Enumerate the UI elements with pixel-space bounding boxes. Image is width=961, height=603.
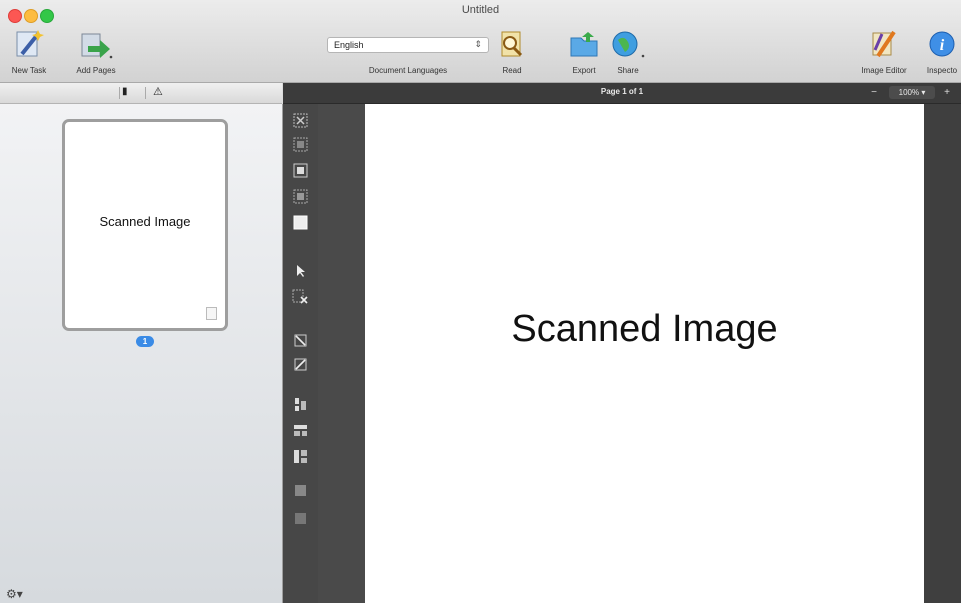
split-vertical-icon[interactable] [292,448,309,465]
thumbnail-text: Scanned Image [99,214,191,229]
add-pages-button[interactable]: Add Pages [76,28,116,75]
select-arrows-icon: ⇕ [474,39,482,49]
split-horizontal-icon[interactable] [292,422,309,439]
text-area-icon[interactable] [292,136,309,153]
recognition-area-icon[interactable] [292,112,309,129]
pages-view-icon[interactable]: ▮ [122,86,128,97]
select-pointer-icon[interactable] [292,262,309,279]
page-number-badge: 1 [136,336,154,347]
zoom-out-button[interactable]: − [865,86,883,99]
new-task-label: New Task [11,66,47,75]
export-button[interactable]: Export [568,28,600,75]
zoom-in-button[interactable]: + [939,86,955,99]
divider [145,87,146,99]
scanner-add-icon [81,33,113,59]
gear-icon[interactable]: ⚙▾ [6,587,23,601]
delete-area-icon[interactable] [292,288,309,305]
read-label: Read [502,66,522,75]
merge-areas-icon[interactable] [292,482,309,499]
new-task-button[interactable]: New Task [12,28,46,75]
export-folder-icon [570,32,598,57]
svg-text:i: i [940,37,945,54]
read-magnifier-icon [501,31,523,57]
page-indicator: Page 1 of 1 [600,87,644,96]
viewer-header: Page 1 of 1 − 100% ▾ + [283,83,961,104]
image-editor-icon [872,30,896,58]
scanned-page[interactable]: Scanned Image [365,104,924,603]
window-toolbar: Untitled New Task Add Pages English ⇕ Do… [0,0,961,83]
warnings-icon[interactable]: ⚠ [153,85,163,98]
page-thumbnail[interactable]: Scanned Image [62,119,228,331]
inspector-label: Inspecto [926,66,958,75]
info-icon: i [929,31,955,57]
viewer-right-gutter [924,104,961,603]
table-area-icon[interactable] [292,188,309,205]
add-pages-label: Add Pages [76,66,116,75]
window-title: Untitled [461,4,500,16]
share-button[interactable]: Share [610,28,646,75]
share-label: Share [617,66,639,75]
zoom-level-select[interactable]: 100% ▾ [889,86,935,99]
inspector-button[interactable]: i Inspecto [927,28,957,75]
remove-area-icon[interactable] [292,356,309,373]
export-label: Export [572,66,596,75]
order-areas-icon[interactable] [292,396,309,413]
area-tools-strip [283,104,318,603]
picture-area-icon[interactable] [292,162,309,179]
page-content-text: Scanned Image [511,308,778,350]
document-languages-label: Document Languages [368,66,448,75]
document-language-select[interactable]: English ⇕ [327,37,489,53]
pages-sidebar: Scanned Image 1 ⚙▾ [0,104,283,603]
image-editor-label: Image Editor [861,66,907,75]
sidebar-header: ▮ ⚠ [0,83,282,104]
page-corner-icon [206,307,217,320]
document-language-value: English [334,40,364,50]
share-globe-icon [612,31,645,58]
image-editor-button[interactable]: Image Editor [861,28,907,75]
magic-wand-icon [16,30,44,57]
background-picture-area-icon[interactable] [292,214,309,231]
read-button[interactable]: Read [497,28,527,75]
divider [119,87,120,99]
add-area-icon[interactable] [292,332,309,349]
fit-area-icon[interactable] [292,510,309,527]
